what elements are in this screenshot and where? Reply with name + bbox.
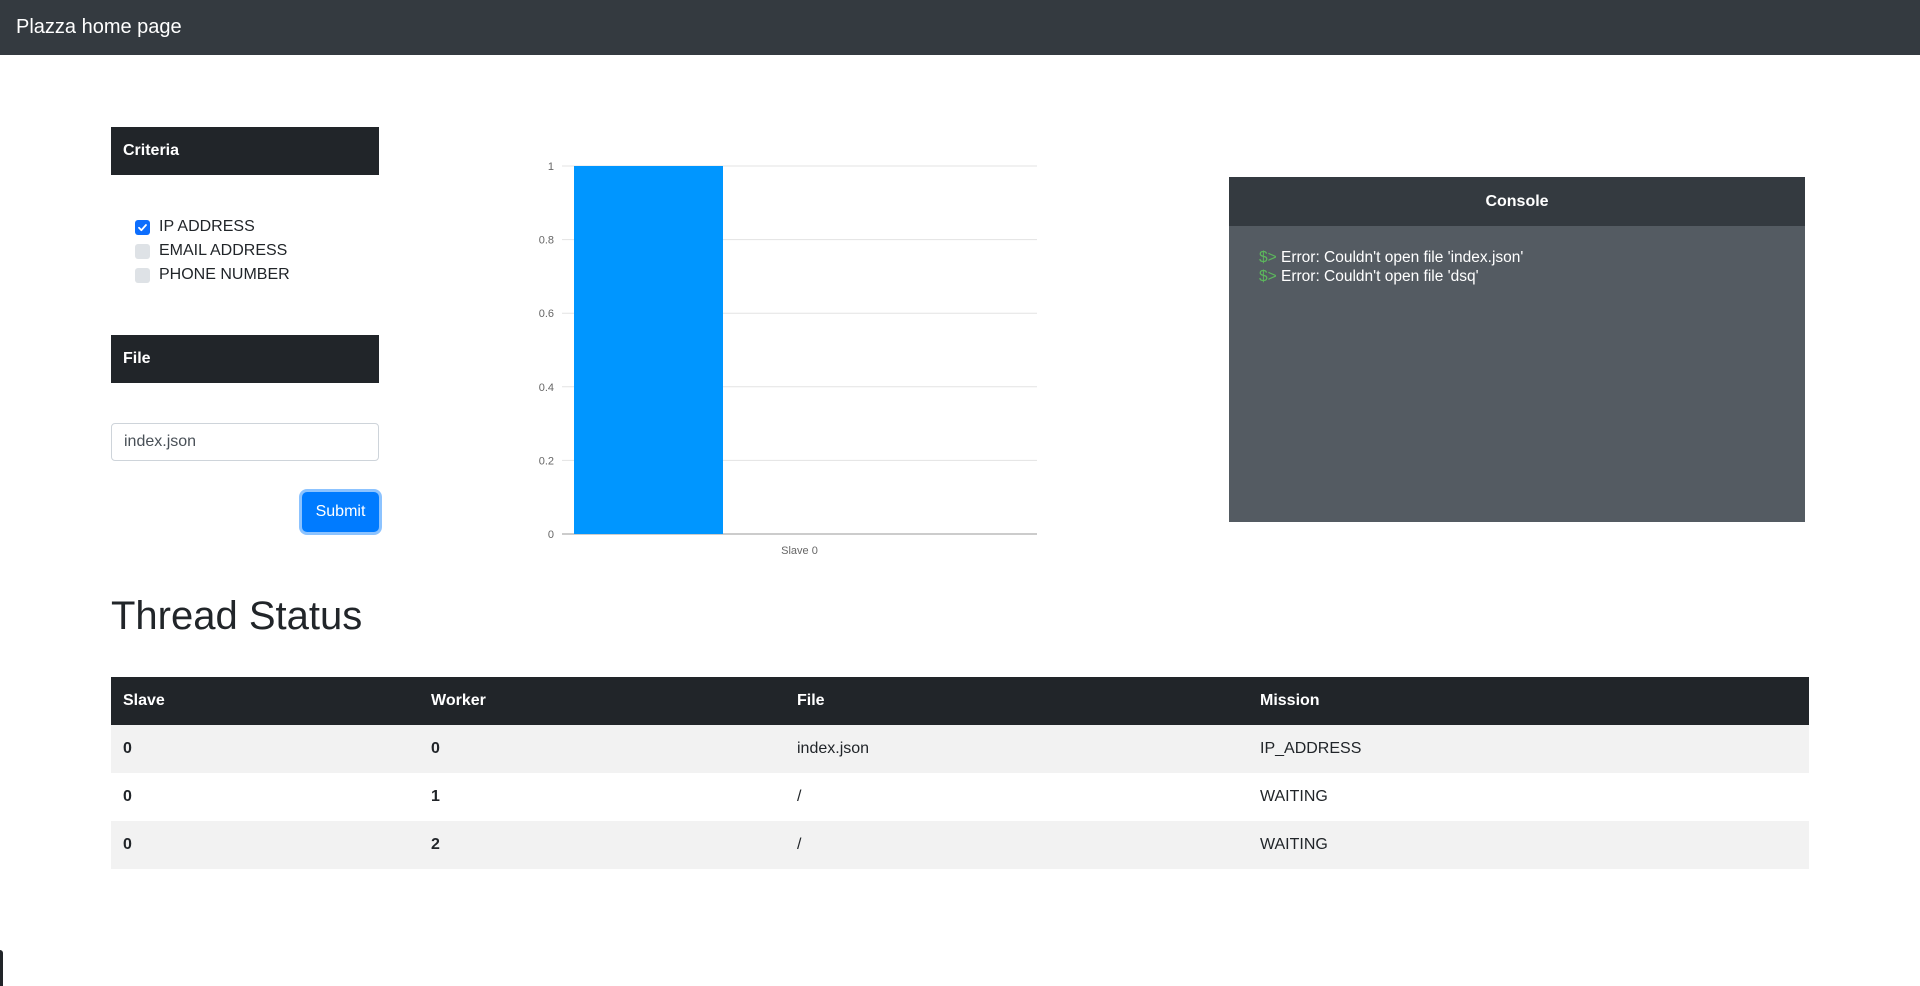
file-header: File [111,335,379,383]
cell-mission: WAITING [1260,788,1328,805]
x-tick-label: Slave 0 [781,545,818,557]
criteria-option-email-address[interactable]: EMAIL ADDRESS [135,239,290,263]
column-header-file: File [785,677,1248,725]
y-tick-label: 0 [548,529,554,541]
criteria-option-label: EMAIL ADDRESS [159,242,288,259]
console-prompt: $> [1259,268,1277,285]
thread-status-title: Thread Status [111,594,363,638]
criteria-option-label: IP ADDRESS [159,218,255,235]
console-message: Error: Couldn't open file 'index.json' [1281,249,1524,266]
y-tick-label: 1 [548,161,554,173]
submit-button[interactable]: Submit [302,492,379,532]
cell-file: index.json [797,740,870,757]
cell-file: / [797,836,802,853]
checkbox-unchecked-icon[interactable] [135,243,150,259]
cell-worker: 0 [431,740,440,757]
console-message: Error: Couldn't open file 'dsq' [1281,268,1479,285]
cell-file: / [797,788,802,805]
navbar: Plazza home page [0,0,1920,55]
y-tick-label: 0.6 [539,308,554,320]
criteria-option-ip-address[interactable]: IP ADDRESS [135,215,290,239]
table-row: 0 1 / WAITING [111,773,1809,821]
column-header-worker: Worker [419,677,785,725]
cell-worker: 2 [431,836,440,853]
navbar-title[interactable]: Plazza home page [16,16,182,38]
checkbox-checked-icon[interactable] [135,219,150,235]
table-row: 0 2 / WAITING [111,821,1809,869]
column-header-slave: Slave [111,677,419,725]
cell-mission: WAITING [1260,836,1328,853]
bar-chart: 0 0.2 0.4 0.6 0.8 1 Slave 0 [539,161,1037,557]
console-panel: Console $> Error: Couldn't open file 'in… [1229,177,1805,522]
y-tick-label: 0.4 [539,382,554,394]
cell-slave: 0 [123,788,132,805]
column-header-mission: Mission [1248,677,1809,725]
bar [574,166,723,534]
cell-mission: IP_ADDRESS [1260,740,1362,757]
file-input[interactable]: index.json [111,423,379,461]
cell-worker: 1 [431,788,440,805]
table-header-row: Slave Worker File Mission [111,677,1809,725]
table-row: 0 0 index.json IP_ADDRESS [111,725,1809,773]
console-line: $> Error: Couldn't open file 'dsq' [1259,267,1805,286]
console-header: Console [1229,177,1805,226]
console-prompt: $> [1259,249,1277,266]
cell-slave: 0 [123,836,132,853]
y-tick-label: 0.8 [539,235,554,247]
console-body: $> Error: Couldn't open file 'index.json… [1229,226,1805,286]
y-tick-label: 0.2 [539,455,554,467]
checkbox-unchecked-icon[interactable] [135,267,150,283]
criteria-options: IP ADDRESS EMAIL ADDRESS PHONE NUMBER [135,215,290,287]
cell-slave: 0 [123,740,132,757]
criteria-option-phone-number[interactable]: PHONE NUMBER [135,263,290,287]
corner-handle [0,950,3,986]
thread-status-table: Slave Worker File Mission 0 0 index.json… [111,677,1809,869]
console-line: $> Error: Couldn't open file 'index.json… [1259,248,1805,267]
criteria-header: Criteria [111,127,379,175]
criteria-option-label: PHONE NUMBER [159,266,290,283]
